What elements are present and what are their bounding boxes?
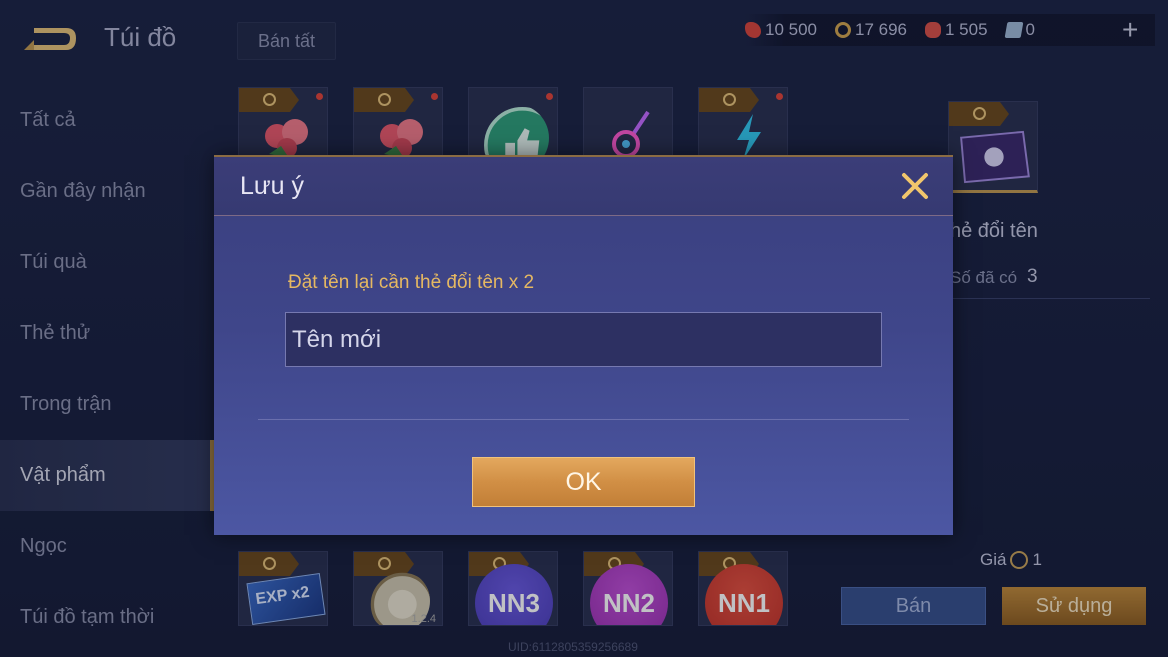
neon-guitar-icon — [612, 110, 650, 158]
divider — [950, 298, 1150, 299]
coin-tag-icon — [949, 102, 1009, 126]
currency-rename-cards: 0 — [1004, 20, 1035, 40]
dialog-message: Đặt tên lại cần thẻ đổi tên x 2 — [288, 272, 535, 293]
rename-card-icon — [960, 130, 1030, 184]
rose-bouquet-icon — [380, 119, 423, 158]
nn3-icon: NN3 — [475, 564, 553, 625]
coin-tag-icon — [239, 552, 299, 576]
sidebar-item-in-match[interactable]: Trong trận — [0, 369, 214, 440]
exp-card-icon: EXP x2 — [246, 573, 326, 625]
owned-label: Số đã có — [950, 268, 1018, 287]
owned-value: 3 — [1027, 266, 1038, 287]
dialog-divider — [258, 419, 909, 420]
close-icon[interactable] — [900, 171, 930, 201]
sidebar-item-gift-bags[interactable]: Túi quà — [0, 227, 214, 298]
item-slot[interactable] — [583, 87, 673, 162]
sidebar-item-all[interactable]: Tất cả — [0, 85, 214, 156]
dialog-title: Lưu ý — [240, 172, 304, 200]
item-slot[interactable] — [698, 87, 788, 162]
rename-card-icon — [1004, 22, 1023, 38]
item-slot[interactable] — [468, 87, 558, 162]
thumbs-up-icon — [484, 107, 549, 161]
currency-gold: 17 696 — [835, 20, 907, 40]
nn1-icon: NN1 — [705, 564, 783, 625]
plus-icon[interactable]: + — [1122, 16, 1138, 44]
gold-coin-icon — [835, 22, 851, 38]
new-dot-icon — [776, 93, 783, 100]
price-display: Giá 1 — [980, 550, 1042, 569]
sidebar-item-temporary-bag[interactable]: Túi đồ tạm thời — [0, 582, 214, 653]
sidebar-item-items[interactable]: Vật phẩm — [0, 440, 214, 511]
red-voucher-icon — [925, 22, 941, 38]
sidebar: Tất cả Gần đây nhận Túi quà Thẻ thử Tron… — [0, 85, 214, 653]
currency-vouchers: 1 505 — [925, 20, 988, 40]
new-dot-icon — [431, 93, 438, 100]
back-arrow-icon — [24, 28, 76, 50]
item-slot[interactable] — [353, 87, 443, 162]
item-name: hẻ đổi tên — [950, 220, 1038, 242]
rename-dialog: Lưu ý Đặt tên lại cần thẻ đổi tên x 2 OK — [214, 155, 953, 535]
item-slot[interactable]: EXP x2 — [238, 551, 328, 626]
item-slot[interactable] — [238, 87, 328, 162]
sell-all-button[interactable]: Bán tất — [237, 22, 336, 60]
sell-button[interactable]: Bán — [841, 587, 986, 625]
new-dot-icon — [546, 93, 553, 100]
back-button[interactable] — [20, 20, 80, 56]
ok-button[interactable]: OK — [472, 457, 695, 507]
red-gem-icon — [745, 22, 761, 38]
currency-bar: 10 500 17 696 1 505 0 — [745, 14, 1155, 46]
user-id: UID:6112805359256689 — [508, 640, 638, 654]
new-dot-icon — [316, 93, 323, 100]
page-title: Túi đồ — [104, 22, 177, 52]
gold-coin-icon — [1010, 551, 1029, 569]
item-slot[interactable]: NN2 — [583, 551, 673, 626]
new-name-input[interactable] — [285, 312, 882, 367]
use-button[interactable]: Sử dụng — [1002, 587, 1146, 625]
selected-item-slot[interactable] — [948, 101, 1038, 193]
lightning-icon — [737, 114, 761, 160]
rose-bouquet-icon — [265, 119, 308, 158]
item-slot[interactable]: 1.2.4 — [353, 551, 443, 626]
sidebar-item-recent[interactable]: Gần đây nhận — [0, 156, 214, 227]
sidebar-item-trial-cards[interactable]: Thẻ thử — [0, 298, 214, 369]
item-slot[interactable]: NN3 — [468, 551, 558, 626]
currency-gems: 10 500 — [745, 20, 817, 40]
sidebar-item-gems[interactable]: Ngọc — [0, 511, 214, 582]
item-slot[interactable]: NN1 — [698, 551, 788, 626]
dialog-header: Lưu ý — [214, 157, 953, 216]
nn2-icon: NN2 — [590, 564, 668, 625]
